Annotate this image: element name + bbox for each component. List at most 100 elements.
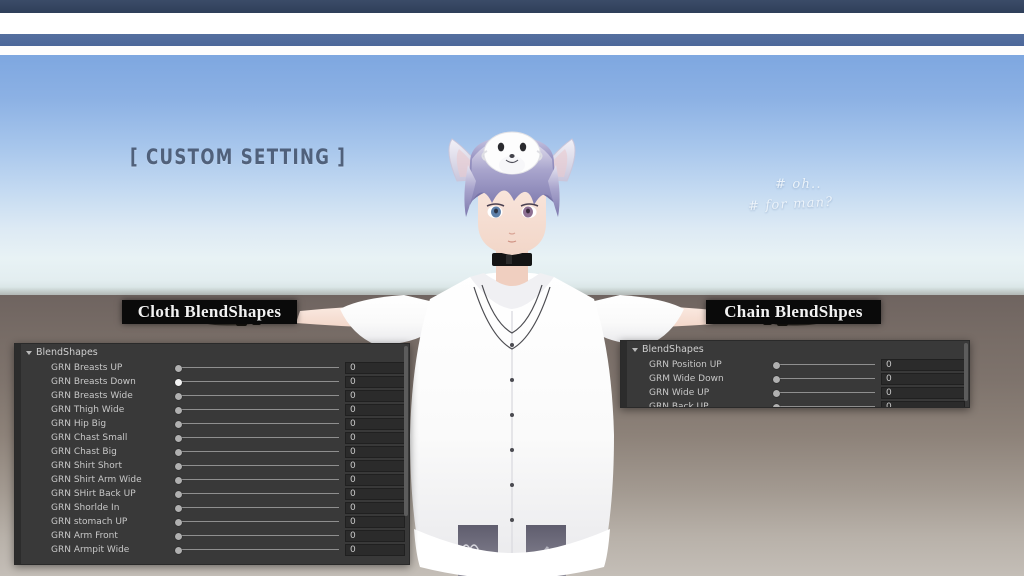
blendshape-row[interactable]: GRN Breasts Down 0 (15, 375, 409, 389)
blendshape-row[interactable]: GRN Arm Front 0 (15, 529, 409, 543)
blendshape-row[interactable]: GRN Wide UP 0 (621, 386, 969, 400)
blendshape-row[interactable]: GRN Hip Big 0 (15, 417, 409, 431)
blendshape-row[interactable]: GRN stomach UP 0 (15, 515, 409, 529)
blendshape-row[interactable]: GRN Chast Small 0 (15, 431, 409, 445)
slider-handle[interactable] (175, 463, 182, 470)
blendshape-value-input[interactable]: 0 (345, 362, 405, 374)
blendshape-value-input[interactable]: 0 (345, 474, 405, 486)
blendshape-row[interactable]: GRN Back UP 0 (621, 400, 969, 407)
blendshapes-foldout-chain[interactable]: BlendShapes (621, 341, 969, 358)
blendshape-slider[interactable] (771, 386, 877, 400)
blendshape-value-input[interactable]: 0 (345, 432, 405, 444)
blendshape-value-input[interactable]: 0 (345, 390, 405, 402)
blendshape-value-input[interactable]: 0 (881, 359, 965, 371)
blendshape-slider[interactable] (173, 375, 341, 389)
chain-blendshapes-panel[interactable]: BlendShapes GRN Position UP 0 GRM Wide Dow… (620, 340, 970, 408)
cloth-blendshapes-panel[interactable]: BlendShapes GRN Breasts UP 0 GRN Breasts D… (14, 343, 410, 565)
slider-handle[interactable] (175, 547, 182, 554)
blendshape-slider[interactable] (173, 403, 341, 417)
blendshape-row[interactable]: GRN Shorlde In 0 (15, 501, 409, 515)
seal-plush (481, 131, 543, 175)
blendshape-slider[interactable] (173, 473, 341, 487)
blendshape-row[interactable]: GRN Thigh Wide 0 (15, 403, 409, 417)
blendshape-slider[interactable] (173, 543, 341, 557)
blendshape-value-input[interactable]: 0 (881, 387, 965, 399)
blendshape-slider[interactable] (173, 515, 341, 529)
blendshape-slider[interactable] (771, 400, 877, 407)
slider-handle[interactable] (175, 519, 182, 526)
slider-track (179, 521, 339, 522)
blendshape-value-input[interactable]: 0 (345, 502, 405, 514)
slider-handle[interactable] (175, 379, 182, 386)
slider-handle[interactable] (175, 421, 182, 428)
slider-track (777, 406, 875, 407)
blendshape-label: GRN Shirt Short (51, 461, 122, 471)
slider-handle[interactable] (175, 505, 182, 512)
slider-track (777, 392, 875, 393)
blendshape-slider[interactable] (173, 445, 341, 459)
blendshape-slider[interactable] (173, 529, 341, 543)
slider-track (179, 493, 339, 494)
slider-handle[interactable] (773, 404, 780, 407)
avatar-shirt (410, 272, 614, 571)
blendshape-value-input[interactable]: 0 (345, 446, 405, 458)
blendshape-label: GRN Chast Small (51, 433, 128, 443)
slider-handle[interactable] (175, 365, 182, 372)
slider-handle[interactable] (175, 407, 182, 414)
slider-handle[interactable] (773, 362, 780, 369)
blendshape-row[interactable]: GRN Shirt Short 0 (15, 459, 409, 473)
blendshape-row[interactable]: GRN Breasts UP 0 (15, 361, 409, 375)
blendshape-value-input[interactable]: 0 (345, 488, 405, 500)
slider-track (777, 378, 875, 379)
blendshape-slider[interactable] (173, 389, 341, 403)
blendshape-slider[interactable] (771, 358, 877, 372)
blendshape-row[interactable]: GRN SHirt Back UP 0 (15, 487, 409, 501)
blendshape-slider[interactable] (173, 501, 341, 515)
blendshape-slider[interactable] (771, 372, 877, 386)
blendshape-slider[interactable] (173, 431, 341, 445)
blendshape-slider[interactable] (173, 487, 341, 501)
slider-handle[interactable] (773, 390, 780, 397)
blendshape-value-input[interactable]: 0 (881, 373, 965, 385)
blendshape-value-input[interactable]: 0 (881, 401, 965, 407)
blendshape-label: GRN Position UP (649, 360, 722, 370)
blendshape-label: GRN Armpit Wide (51, 545, 130, 555)
blendshapes-foldout-cloth[interactable]: BlendShapes (15, 344, 409, 361)
blendshape-slider[interactable] (173, 417, 341, 431)
blendshape-value-input[interactable]: 0 (345, 544, 405, 556)
blendshape-row[interactable]: GRN Chast Big 0 (15, 445, 409, 459)
slider-track (179, 367, 339, 368)
blendshape-label: GRN SHirt Back UP (51, 489, 136, 499)
slider-handle[interactable] (773, 376, 780, 383)
slider-track (179, 549, 339, 550)
blendshape-value-input[interactable]: 0 (345, 530, 405, 542)
blendshape-value-input[interactable]: 0 (345, 460, 405, 472)
blendshape-row[interactable]: GRM Wide Down 0 (621, 372, 969, 386)
blendshape-row[interactable]: GRN Shirt Arm Wide 0 (15, 473, 409, 487)
blendshape-slider[interactable] (173, 361, 341, 375)
cloth-slider-list: GRN Breasts UP 0 GRN Breasts Down 0 GRN Brea… (15, 361, 409, 557)
blendshape-value-input[interactable]: 0 (345, 376, 405, 388)
blendshape-value-input[interactable]: 0 (345, 404, 405, 416)
panel-scrollbar[interactable] (964, 343, 968, 401)
slider-track (179, 423, 339, 424)
slider-handle[interactable] (175, 393, 182, 400)
blendshape-label: GRN Wide UP (649, 388, 710, 398)
blendshape-slider[interactable] (173, 459, 341, 473)
panel-scrollbar[interactable] (404, 346, 408, 516)
blendshape-row[interactable]: GRN Breasts Wide 0 (15, 389, 409, 403)
slider-handle[interactable] (175, 491, 182, 498)
panel-left-edge (621, 341, 627, 407)
blendshape-row[interactable]: GRN Armpit Wide 0 (15, 543, 409, 557)
slider-handle[interactable] (175, 533, 182, 540)
cloth-blendshapes-title: Cloth BlendShapes (122, 300, 297, 324)
blendshape-label: GRN Hip Big (51, 419, 107, 429)
blendshape-row[interactable]: GRN Position UP 0 (621, 358, 969, 372)
slider-handle[interactable] (175, 449, 182, 456)
blendshape-value-input[interactable]: 0 (345, 418, 405, 430)
chevron-down-icon (26, 350, 32, 355)
slider-handle[interactable] (175, 435, 182, 442)
blendshape-label: GRN Thigh Wide (51, 405, 125, 415)
blendshape-value-input[interactable]: 0 (345, 516, 405, 528)
slider-handle[interactable] (175, 477, 182, 484)
